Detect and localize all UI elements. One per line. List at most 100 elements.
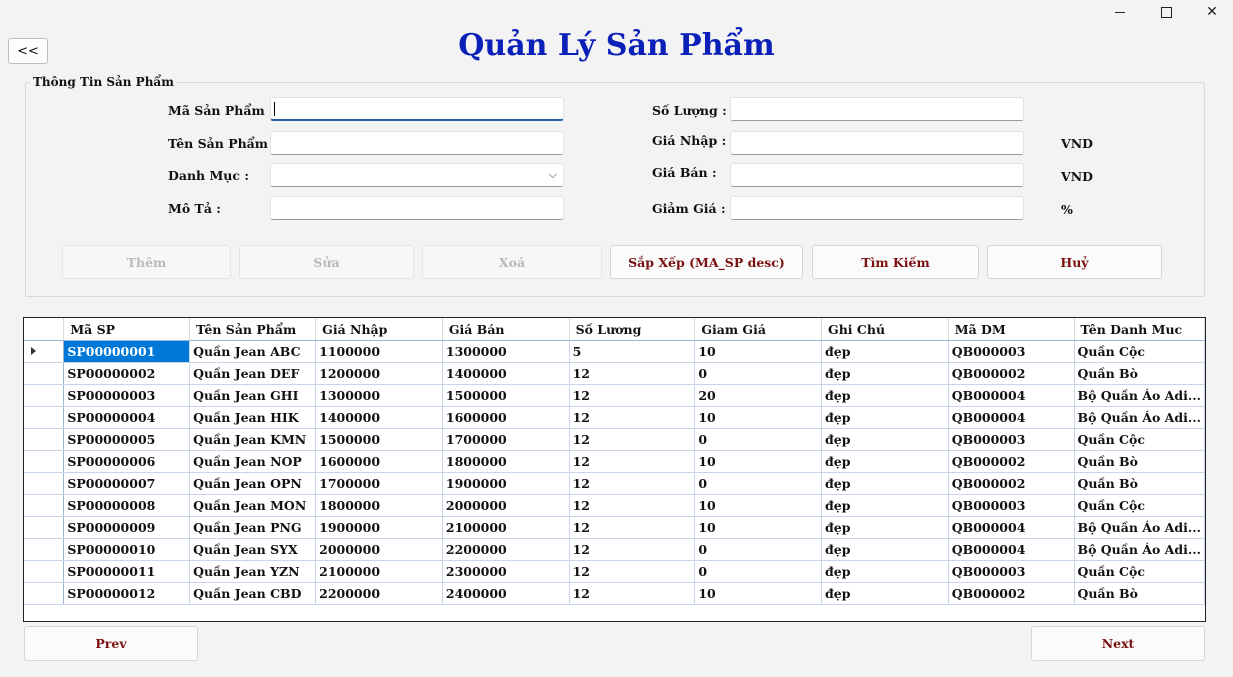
table-cell[interactable]: Quần Cộc	[1074, 428, 1205, 451]
table-cell[interactable]: SP00000007	[63, 472, 191, 495]
table-cell[interactable]: 12	[569, 538, 696, 561]
table-cell[interactable]: QB000004	[948, 516, 1075, 539]
table-cell[interactable]: Quần Jean KMN	[189, 428, 317, 451]
table-cell[interactable]: đẹp	[821, 560, 949, 583]
prev-button[interactable]: Prev	[24, 626, 198, 661]
table-cell[interactable]: Quần Jean OPN	[189, 472, 317, 495]
table-cell[interactable]: 20	[694, 384, 823, 407]
table-cell[interactable]: 12	[569, 450, 696, 473]
danh-muc-select[interactable]: ⌵	[270, 163, 564, 187]
table-row[interactable]: SP00000007 Quần Jean OPN 1700000 1900000 12 0…	[24, 472, 1205, 495]
row-header[interactable]	[24, 384, 65, 407]
cancel-button[interactable]: Huỷ	[987, 245, 1162, 279]
table-cell[interactable]: 12	[569, 472, 696, 495]
minimize-button[interactable]	[1097, 0, 1143, 24]
table-cell[interactable]: 10	[694, 406, 823, 429]
table-cell[interactable]: Bộ Quần Áo Adi...	[1074, 406, 1205, 429]
table-cell[interactable]: 10	[694, 516, 823, 539]
ma-sp-input[interactable]	[270, 97, 564, 121]
table-cell[interactable]: QB000002	[948, 362, 1075, 385]
table-cell[interactable]: 1400000	[315, 406, 443, 429]
table-cell[interactable]: SP00000008	[63, 494, 191, 517]
table-cell[interactable]: QB000002	[948, 450, 1075, 473]
table-cell[interactable]: QB000004	[948, 384, 1075, 407]
table-cell[interactable]: SP00000012	[63, 582, 191, 605]
table-cell[interactable]: 12	[569, 406, 696, 429]
table-cell[interactable]: QB000004	[948, 406, 1075, 429]
table-cell[interactable]: 1900000	[315, 516, 443, 539]
table-cell[interactable]: Quần Jean YZN	[189, 560, 317, 583]
table-cell[interactable]: 1500000	[315, 428, 443, 451]
table-cell[interactable]: QB000003	[948, 494, 1075, 517]
table-cell[interactable]: SP00000006	[63, 450, 191, 473]
table-cell[interactable]: 5	[569, 340, 696, 363]
table-cell[interactable]: 1600000	[315, 450, 443, 473]
table-cell[interactable]: 1300000	[442, 340, 570, 363]
product-table[interactable]: Mã SP Tên Sản Phẩm Giá Nhập Giá Bán Số Lương…	[23, 317, 1206, 622]
table-cell[interactable]: đẹp	[821, 516, 949, 539]
table-cell[interactable]: Quần Jean PNG	[189, 516, 317, 539]
table-cell[interactable]: SP00000011	[63, 560, 191, 583]
table-cell[interactable]: QB000002	[948, 472, 1075, 495]
table-row[interactable]: SP00000008 Quần Jean MON 1800000 2000000 12 1…	[24, 494, 1205, 517]
table-cell[interactable]: 1700000	[315, 472, 443, 495]
column-header[interactable]: Ghi Chú	[821, 318, 949, 341]
table-cell[interactable]: SP00000003	[63, 384, 191, 407]
row-header[interactable]	[24, 538, 65, 561]
table-cell[interactable]: Bộ Quần Áo Adi...	[1074, 538, 1205, 561]
table-cell[interactable]: 1800000	[442, 450, 570, 473]
table-cell[interactable]: Bộ Quần Áo Adi...	[1074, 384, 1205, 407]
add-button[interactable]: Thêm	[62, 245, 231, 279]
table-cell[interactable]: Quần Cộc	[1074, 340, 1205, 363]
table-cell[interactable]: Quần Bò	[1074, 472, 1205, 495]
table-cell[interactable]: Quần Jean CBD	[189, 582, 317, 605]
table-cell[interactable]: 12	[569, 428, 696, 451]
table-cell[interactable]: Quần Bò	[1074, 450, 1205, 473]
table-cell[interactable]: Quần Bò	[1074, 362, 1205, 385]
table-cell[interactable]: Quần Jean SYX	[189, 538, 317, 561]
next-button[interactable]: Next	[1031, 626, 1205, 661]
table-row[interactable]: SP00000002 Quần Jean DEF 1200000 1400000 12 0…	[24, 362, 1205, 385]
table-row[interactable]: SP00000004 Quần Jean HIK 1400000 1600000 12 1…	[24, 406, 1205, 429]
sort-button[interactable]: Sắp Xếp (MA_SP desc)	[610, 245, 803, 279]
table-cell[interactable]: 1200000	[315, 362, 443, 385]
ten-sp-input[interactable]	[270, 131, 564, 155]
table-cell[interactable]: đẹp	[821, 450, 949, 473]
gia-nhap-input[interactable]	[730, 131, 1024, 155]
row-header[interactable]	[24, 582, 65, 605]
table-cell[interactable]: 12	[569, 516, 696, 539]
table-cell[interactable]: đẹp	[821, 494, 949, 517]
column-header[interactable]: Tên Sản Phẩm	[189, 318, 317, 341]
table-cell[interactable]: 2200000	[315, 582, 443, 605]
column-header[interactable]: Tên Danh Muc	[1074, 318, 1205, 341]
table-row[interactable]: SP00000010 Quần Jean SYX 2000000 2200000 12 0…	[24, 538, 1205, 561]
table-cell[interactable]: SP00000004	[63, 406, 191, 429]
table-cell[interactable]: 2000000	[315, 538, 443, 561]
table-cell[interactable]: Quần Jean HIK	[189, 406, 317, 429]
table-cell[interactable]: 1100000	[315, 340, 443, 363]
table-cell[interactable]: 2400000	[442, 582, 570, 605]
row-header[interactable]	[24, 428, 65, 451]
table-cell[interactable]: 10	[694, 340, 823, 363]
table-cell[interactable]: Quần Cộc	[1074, 494, 1205, 517]
table-cell[interactable]: 12	[569, 494, 696, 517]
column-header[interactable]: Giá Bán	[442, 318, 570, 341]
close-button[interactable]: ✕	[1189, 0, 1233, 24]
table-cell[interactable]: Quần Bò	[1074, 582, 1205, 605]
mo-ta-input[interactable]	[270, 196, 564, 220]
table-cell[interactable]: đẹp	[821, 406, 949, 429]
table-cell[interactable]: QB000003	[948, 560, 1075, 583]
table-cell[interactable]: đẹp	[821, 538, 949, 561]
column-header[interactable]: Mã SP	[63, 318, 191, 341]
table-cell[interactable]: 1700000	[442, 428, 570, 451]
table-cell[interactable]: QB000004	[948, 538, 1075, 561]
table-cell[interactable]: SP00000001	[63, 340, 191, 363]
table-cell[interactable]: 2100000	[315, 560, 443, 583]
table-cell[interactable]: Bộ Quần Áo Adi...	[1074, 516, 1205, 539]
so-luong-input[interactable]	[730, 97, 1024, 121]
table-cell[interactable]: 12	[569, 384, 696, 407]
table-cell[interactable]: 1600000	[442, 406, 570, 429]
row-header[interactable]	[24, 450, 65, 473]
row-header[interactable]	[24, 362, 65, 385]
column-header[interactable]: Số Lương	[569, 318, 696, 341]
